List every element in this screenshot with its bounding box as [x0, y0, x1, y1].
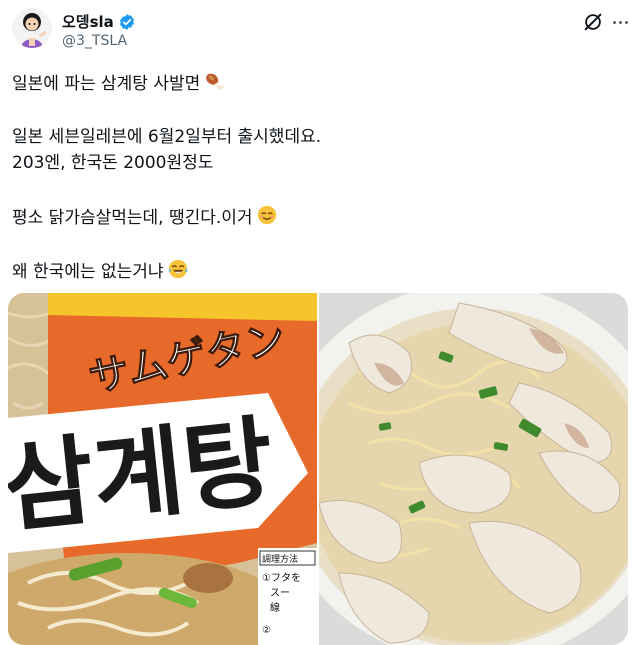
tears-of-joy-emoji	[167, 258, 189, 288]
handle[interactable]: @3_TSLA	[62, 33, 127, 49]
tweet-line-4: 평소 닭가슴살먹는데, 땡긴다.이거	[12, 208, 253, 228]
tweet-header: 오뎅sla @3_TSLA	[0, 0, 636, 60]
tweet-line-2: 일본 세븐일레븐에 6월2일부터 출시했데요.	[12, 127, 322, 147]
avatar[interactable]	[12, 8, 52, 48]
package-label-line1: ①フタを	[262, 572, 301, 584]
package-label-title: 調理方法	[262, 553, 298, 565]
relieved-face-emoji	[256, 204, 278, 234]
grok-icon[interactable]	[582, 11, 604, 33]
name-row: 오뎅sla	[62, 11, 136, 32]
tweet-line-1: 일본에 파는 삼계탕 사발면	[12, 74, 201, 94]
more-icon[interactable]	[608, 10, 632, 34]
drumstick-emoji	[203, 70, 225, 100]
media-image-bowl[interactable]	[319, 293, 628, 645]
display-name[interactable]: 오뎅sla	[62, 11, 114, 32]
tweet-line: 평소 닭가슴살먹는데, 땡긴다.이거	[12, 204, 624, 230]
package-label-line2: スー	[270, 588, 290, 599]
package-label-line4: ②	[262, 625, 271, 636]
verified-badge-icon	[118, 13, 136, 31]
package-label-line3: 線	[270, 601, 280, 614]
tweet-line-5: 왜 한국에는 없는거냐	[12, 262, 164, 282]
tweet-line: 왜 한국에는 없는거냐	[12, 258, 624, 284]
tweet-text: 일본에 파는 삼계탕 사발면 일본 세븐일레븐에 6월2일부터 출시했데요. 2…	[12, 70, 624, 284]
tweet-line: 일본에 파는 삼계탕 사발면	[12, 70, 624, 96]
tweet-line-3: 203엔, 한국돈 2000원정도	[12, 153, 214, 173]
media-image-package[interactable]: サムゲタン 삼계탕 調理方法 ①フタを スー 線 ②	[8, 293, 317, 645]
media-grid: サムゲタン 삼계탕 調理方法 ①フタを スー 線 ②	[8, 293, 628, 645]
